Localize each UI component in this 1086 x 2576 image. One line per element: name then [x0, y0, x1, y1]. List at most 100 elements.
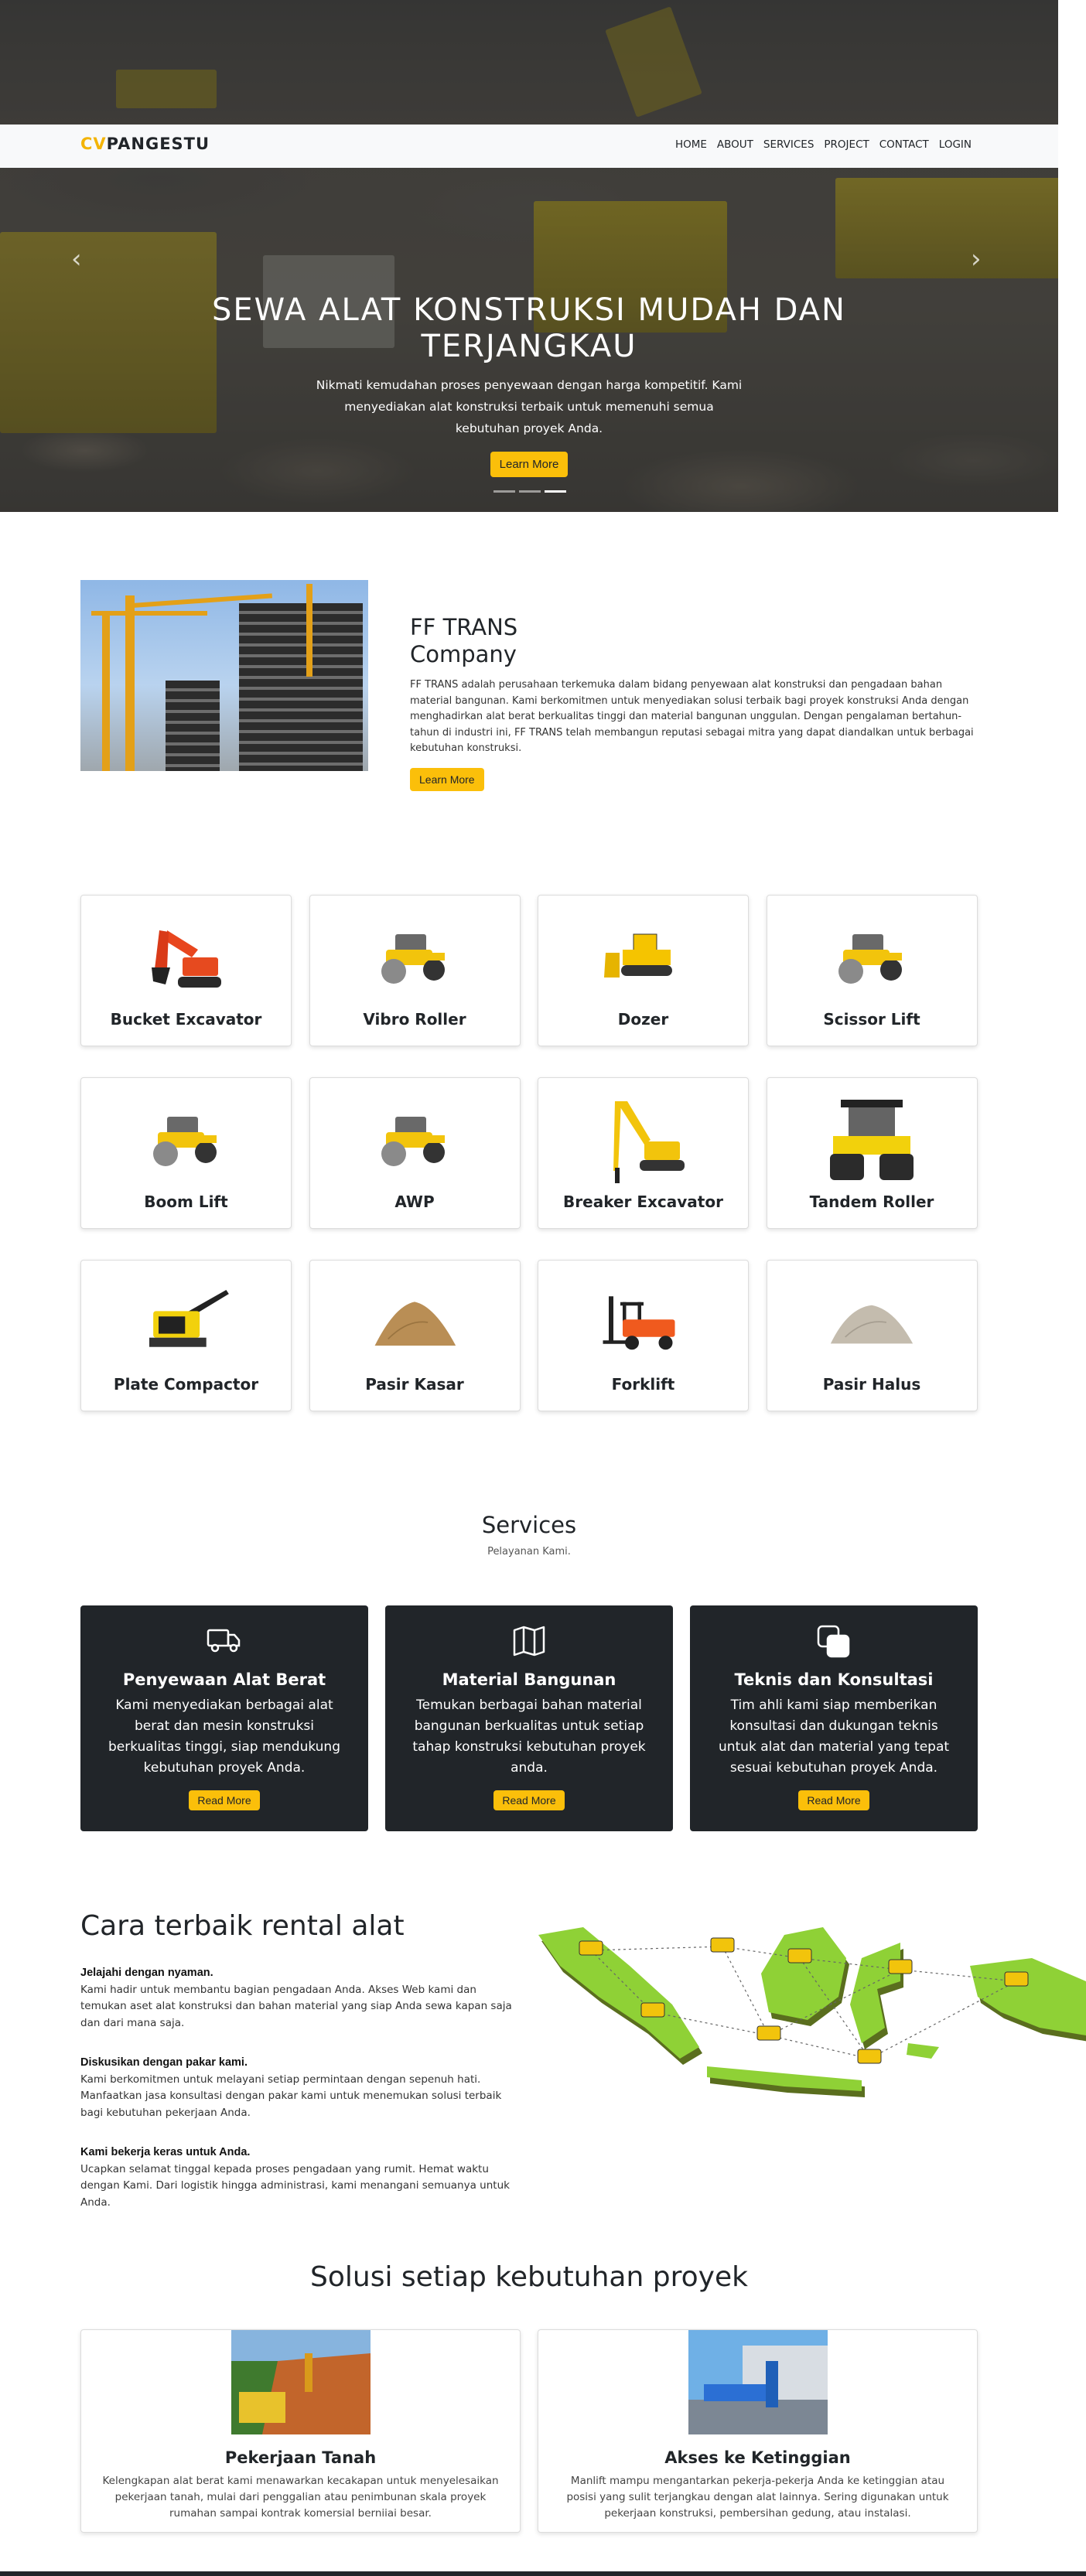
equipment-name: AWP: [394, 1192, 435, 1211]
rental-point-heading: Diskusikan dengan pakar kami.: [80, 2056, 248, 2069]
equipment-card[interactable]: Bucket Excavator: [80, 895, 292, 1046]
equipment-name: Forklift: [611, 1375, 675, 1394]
equipment-image: [140, 1276, 233, 1369]
rental-point-text: Kami berkomitmen untuk melayani setiap p…: [80, 2073, 502, 2119]
service-card: Material Bangunan Temukan berbagai bahan…: [385, 1605, 673, 1831]
equipment-name: Pasir Kasar: [365, 1375, 464, 1394]
service-title: Material Bangunan: [442, 1670, 616, 1689]
equipment-image: [825, 911, 918, 1004]
service-read-more-button[interactable]: Read More: [493, 1790, 565, 1810]
solutions-title: Solusi setiap kebutuhan proyek: [310, 2261, 748, 2293]
equipment-card[interactable]: Boom Lift: [80, 1077, 292, 1229]
carousel-indicators: [493, 490, 566, 493]
equipment-card[interactable]: Breaker Excavator: [538, 1077, 749, 1229]
nav-links: HOME ABOUT SERVICES PROJECT CONTACT LOGI…: [675, 138, 972, 151]
service-read-more-button[interactable]: Read More: [798, 1790, 869, 1810]
solution-card: Pekerjaan Tanah Kelengkapan alat berat k…: [80, 2329, 521, 2533]
rental-title: Cara terbaik rental alat: [80, 1910, 405, 1942]
carousel-next-icon[interactable]: ›: [971, 246, 982, 272]
equipment-card[interactable]: Vibro Roller: [309, 895, 521, 1046]
layers-icon: [690, 1624, 978, 1658]
equipment-name: Bucket Excavator: [110, 1010, 262, 1029]
equipment-card[interactable]: Forklift: [538, 1260, 749, 1411]
equipment-image: [368, 1094, 461, 1186]
equipment-name: Scissor Lift: [823, 1010, 920, 1029]
service-read-more-button[interactable]: Read More: [189, 1790, 260, 1810]
rental-point: Diskusikan dengan pakar kami. Kami berko…: [80, 2055, 521, 2121]
services-header: Services Pelayanan Kami.: [0, 1512, 1058, 1558]
equipment-image: [368, 1276, 461, 1369]
carousel-indicator[interactable]: [519, 490, 541, 493]
equipment-card[interactable]: Dozer: [538, 895, 749, 1046]
carousel-indicator-active[interactable]: [545, 490, 566, 493]
rental-point-heading: Kami bekerja keras untuk Anda.: [80, 2146, 251, 2158]
equipment-image: [140, 1094, 233, 1186]
rental-point: Kami bekerja keras untuk Anda. Ucapkan s…: [80, 2144, 521, 2211]
nav-home[interactable]: HOME: [675, 138, 707, 151]
solution-text: Kelengkapan alat berat kami menawarkan k…: [102, 2475, 499, 2520]
rental-point: Jelajahi dengan nyaman. Kami hadir untuk…: [80, 1965, 521, 2032]
equipment-name: Breaker Excavator: [563, 1192, 723, 1211]
equipment-card[interactable]: Scissor Lift: [766, 895, 978, 1046]
equipment-image: [825, 1276, 918, 1369]
carousel-indicator[interactable]: [493, 490, 515, 493]
nav-project[interactable]: PROJECT: [824, 138, 869, 151]
service-title: Teknis dan Konsultasi: [734, 1670, 934, 1689]
equipment-card[interactable]: Pasir Halus: [766, 1260, 978, 1411]
equipment-name: Plate Compactor: [113, 1375, 259, 1394]
rental-point-text: Kami hadir untuk membantu bagian pengada…: [80, 1983, 512, 2029]
carousel-prev-icon[interactable]: ‹: [71, 246, 82, 272]
solution-title: Pekerjaan Tanah: [224, 2448, 377, 2467]
services-subtitle: Pelayanan Kami.: [487, 1546, 571, 1558]
equipment-image: [140, 911, 233, 1004]
indonesia-map-illustration: [538, 1927, 1086, 2097]
services-title: Services: [481, 1512, 577, 1538]
solution-card: Akses ke Ketinggian Manlift mampu mengan…: [538, 2329, 978, 2533]
hero-learn-more-button[interactable]: Learn More: [490, 452, 569, 478]
equipment-card[interactable]: Plate Compactor: [80, 1260, 292, 1411]
equipment-name: Pasir Halus: [822, 1375, 921, 1394]
equipment-image: [368, 911, 461, 1004]
footer-bar: [0, 2571, 1086, 2576]
brand-logo[interactable]: CVPANGESTU: [80, 135, 210, 153]
map-icon: [385, 1624, 673, 1658]
nav-contact[interactable]: CONTACT: [879, 138, 929, 151]
equipment-name: Dozer: [617, 1010, 669, 1029]
service-card: Teknis dan Konsultasi Tim ahli kami siap…: [690, 1605, 978, 1831]
services-cards: Penyewaan Alat Berat Kami menyediakan be…: [80, 1605, 978, 1831]
truck-icon: [80, 1624, 368, 1658]
height-access-photo: [688, 2330, 828, 2434]
rental-point-heading: Jelajahi dengan nyaman.: [80, 1967, 213, 1979]
about-image: [80, 580, 368, 771]
equipment-grid: Bucket Excavator Vibro Roller Dozer Scissor…: [80, 895, 978, 1411]
hero-caption: SEWA ALAT KONSTRUKSI MUDAH DAN TERJANGKA…: [142, 292, 916, 478]
equipment-image: [597, 1276, 690, 1369]
equipment-card[interactable]: Pasir Kasar: [309, 1260, 521, 1411]
equipment-card[interactable]: Tandem Roller: [766, 1077, 978, 1229]
solution-title: Akses ke Ketinggian: [664, 2448, 851, 2467]
service-text: Kami menyediakan berbagai alat berat dan…: [108, 1697, 341, 1776]
service-text: Temukan berbagai bahan material bangunan…: [412, 1697, 646, 1776]
equipment-name: Tandem Roller: [809, 1192, 934, 1211]
about-title: FF TRANS Company: [410, 614, 518, 667]
hero-text: Nikmati kemudahan proses penyewaan denga…: [316, 378, 743, 436]
nav-services[interactable]: SERVICES: [763, 138, 814, 151]
equipment-image: [597, 911, 690, 1004]
nav-login[interactable]: LOGIN: [939, 138, 972, 151]
solutions-cards: Pekerjaan Tanah Kelengkapan alat berat k…: [80, 2329, 978, 2533]
earthwork-photo: [231, 2330, 371, 2434]
hero-title: SEWA ALAT KONSTRUKSI MUDAH DAN TERJANGKA…: [212, 292, 846, 365]
service-card: Penyewaan Alat Berat Kami menyediakan be…: [80, 1605, 368, 1831]
about-section: FF TRANS Company FF TRANS adalah perusah…: [410, 614, 978, 791]
service-title: Penyewaan Alat Berat: [122, 1670, 326, 1689]
hero-carousel: ‹ › SEWA ALAT KONSTRUKSI MUDAH DAN TERJA…: [0, 0, 1058, 512]
rental-section: Cara terbaik rental alat Jelajahi dengan…: [80, 1910, 521, 2211]
service-text: Tim ahli kami siap memberikan konsultasi…: [718, 1697, 950, 1776]
equipment-card[interactable]: AWP: [309, 1077, 521, 1229]
equipment-image: [825, 1094, 918, 1186]
nav-about[interactable]: ABOUT: [717, 138, 753, 151]
rental-point-text: Ucapkan selamat tinggal kepada proses pe…: [80, 2162, 510, 2209]
about-text: FF TRANS adalah perusahaan terkemuka dal…: [410, 679, 974, 754]
about-learn-more-button[interactable]: Learn More: [410, 767, 484, 791]
equipment-name: Vibro Roller: [363, 1010, 466, 1029]
